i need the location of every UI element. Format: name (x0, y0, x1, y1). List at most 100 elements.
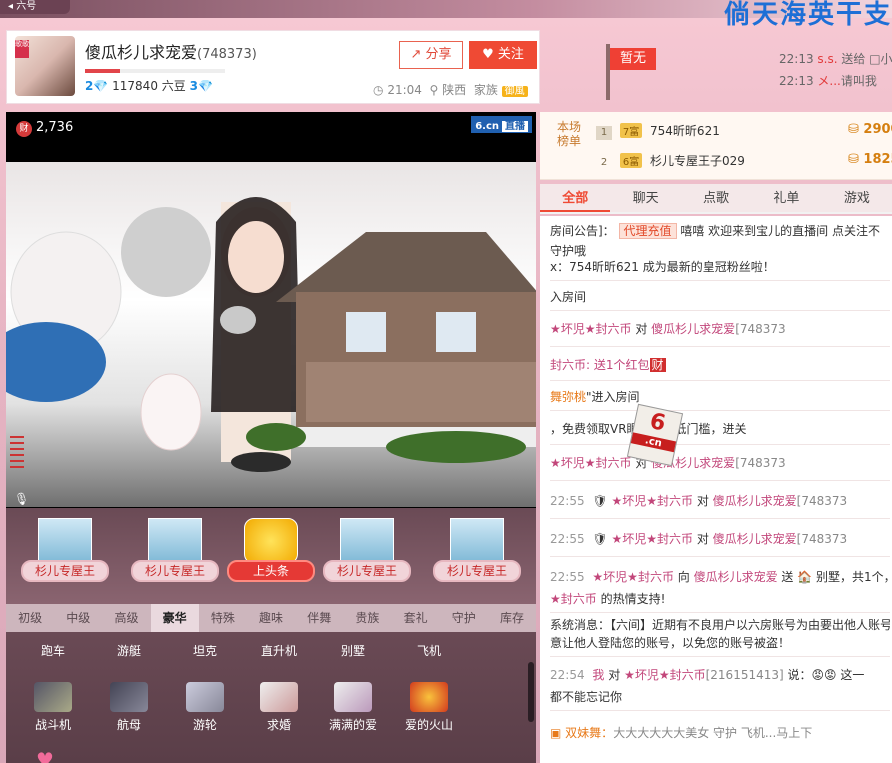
chat-user[interactable]: ★封六币 (550, 592, 597, 606)
volume-bar[interactable] (10, 442, 24, 444)
feed-user[interactable]: s.s. (817, 52, 837, 66)
gift-slot-label: 杉儿专屋王 (21, 560, 109, 582)
coin-counter: 财 2,736 (16, 120, 73, 137)
gift-item[interactable]: 游艇 (94, 642, 164, 659)
gift-slot[interactable]: 杉儿专屋王 (318, 518, 416, 582)
avatar[interactable]: 歌歌 (15, 36, 75, 96)
system-message: 系统消息：【六间】近期有不良用户以六房账号为由要出他人账号 (550, 618, 890, 632)
tab-haohua[interactable]: 豪华 (150, 604, 199, 632)
gift-item[interactable]: 满满的爱 (318, 682, 388, 733)
coin-count: 2,736 (36, 120, 74, 135)
tab-chat[interactable]: 聊天 (610, 184, 680, 212)
tab-guizu[interactable]: 贵族 (343, 604, 391, 632)
headline-button[interactable]: 上头条 (222, 518, 320, 582)
chat-user[interactable]: 傻瓜杉儿求宠爱 (694, 570, 778, 584)
microphone-icon[interactable]: 🎙 (14, 492, 29, 506)
tab-kucun[interactable]: 库存 (488, 604, 536, 632)
tab-songs[interactable]: 点歌 (681, 184, 751, 212)
tab-quwei[interactable]: 趣味 (247, 604, 295, 632)
chat-text: 封六币: 送1个红包 (550, 358, 650, 372)
chat-text: "进入房间 (586, 390, 640, 404)
tab-all[interactable]: 全部 (540, 184, 611, 212)
gift-item[interactable]: 别墅 (318, 642, 388, 659)
rank-user[interactable]: 754昕昕621 (650, 124, 720, 138)
notice-line: 守护哦 (550, 244, 587, 258)
back-button[interactable]: ◂ 六号 (0, 0, 70, 14)
tab-taoli[interactable]: 套礼 (392, 604, 440, 632)
chat-user[interactable]: 傻瓜杉儿求宠爱 (651, 322, 735, 336)
level-right: 3 (189, 79, 198, 93)
notice-badge[interactable]: 代理充值 (618, 223, 677, 239)
volcano-icon (410, 682, 448, 712)
volume-bar[interactable] (10, 454, 24, 456)
gift-slot[interactable]: 杉儿专屋王 (428, 518, 526, 582)
tab-games[interactable]: 游戏 (822, 184, 892, 212)
gift-item[interactable]: 爱的火山 (394, 682, 464, 733)
chat-user[interactable]: 我 (592, 668, 604, 682)
chat-user[interactable]: ★坏児★封六币 (624, 668, 706, 682)
gift-item[interactable]: 战斗机 (18, 682, 88, 733)
volume-bar[interactable] (10, 436, 24, 438)
flag-label: 暂无 (610, 48, 656, 70)
anchor-name-text: 傻瓜杉儿求宠爱 (85, 43, 198, 62)
full-love-icon (334, 682, 372, 712)
chat-user[interactable]: ★坏児★封六币 (611, 494, 693, 508)
chat-user[interactable]: ★坏児★封六币 (611, 532, 693, 546)
chat-text: 对 (631, 322, 652, 336)
tab-teshu[interactable]: 特殊 (199, 604, 247, 632)
gift-scrollbar[interactable] (528, 662, 534, 722)
volume-bar[interactable] (10, 466, 24, 468)
video-player[interactable]: 财 2,736 6.cn 直播 🎙 (6, 112, 536, 508)
headline-label: 上头条 (227, 560, 315, 582)
tab-gaoji[interactable]: 高级 (102, 604, 150, 632)
gift-item[interactable]: 跑车 (18, 642, 88, 659)
anchor-card: 歌歌 傻瓜杉儿求宠爱(748373) 2💎 117840 六豆 3💎 ↗ 分享 … (6, 30, 540, 104)
chat-text: 大大大大大大美女 守护 飞机...马上下 (613, 726, 813, 740)
rank-points: ⛁ 2900 (848, 122, 892, 137)
chat-text: 别墅，共1个， (812, 570, 890, 584)
family-badge[interactable]: 御風 (501, 86, 528, 97)
volume-bar[interactable] (10, 460, 24, 462)
gift-slot[interactable]: 杉儿专屋王 (126, 518, 224, 582)
feed-user[interactable]: メ... (817, 74, 840, 88)
chat-user[interactable]: 傻瓜杉儿求宠爱 (713, 532, 797, 546)
room-id: (748373) (197, 47, 257, 62)
tab-banwu[interactable]: 伴舞 (295, 604, 343, 632)
follow-button[interactable]: ♥ 关注 (469, 41, 537, 69)
share-icon: ↗ (410, 47, 426, 62)
gift-item[interactable]: 航母 (94, 682, 164, 733)
heart-icon[interactable]: ♥ (36, 748, 62, 763)
chat-line: ★坏児★封六币 对 傻瓜杉儿求宠爱[748373 (550, 320, 890, 337)
coin-icon: 财 (16, 121, 32, 137)
chat-user[interactable]: 双妹舞： (565, 726, 613, 740)
gift-item[interactable]: 求婚 (244, 682, 314, 733)
gift-item[interactable]: 游轮 (170, 682, 240, 733)
notice-text: 嘻嘻 欢迎来到宝儿的直播间 点关注不 (680, 224, 880, 238)
notice-label: 房间公告]： (550, 224, 615, 238)
share-button[interactable]: ↗ 分享 (399, 41, 463, 69)
chat-user[interactable]: ★坏児★封六币 (592, 570, 674, 584)
gift-name: 游轮 (192, 718, 217, 732)
water-bottle-icon (450, 518, 504, 564)
tab-chuji[interactable]: 初级 (6, 604, 54, 632)
tab-shouhu[interactable]: 守护 (440, 604, 488, 632)
chat-panel[interactable]: 房间公告]： 代理充值 嘻嘻 欢迎来到宝儿的直播间 点关注不 守护哦 x：754… (540, 216, 892, 763)
rank-row[interactable]: 1 7富 754昕昕621 ⛁ 2900 (596, 122, 892, 140)
tab-gifts[interactable]: 礼单 (751, 184, 821, 212)
gift-item[interactable]: 坦克 (170, 642, 240, 659)
volume-bar[interactable] (10, 448, 24, 450)
gift-item[interactable]: 直升机 (244, 642, 314, 659)
chat-user[interactable]: 傻瓜杉儿求宠爱 (713, 494, 797, 508)
rank-row[interactable]: 2 6富 杉儿专屋王子029 ⛁ 1825 (596, 152, 892, 170)
gift-slot[interactable]: 杉儿专屋王 (16, 518, 114, 582)
chat-user[interactable]: ★坏児★封六币 (550, 322, 632, 336)
chat-user[interactable]: 舞弥桃 (550, 390, 586, 404)
gift-feed-item: 22:13 s.s. 送给 □小 (779, 50, 892, 67)
rank-user[interactable]: 杉儿专屋王子029 (650, 154, 745, 168)
gift-category-tabs: 初级 中级 高级 豪华 特殊 趣味 伴舞 贵族 套礼 守护 库存 (6, 604, 536, 632)
chat-text: 送 (777, 570, 798, 584)
tab-zhongji[interactable]: 中级 (54, 604, 102, 632)
chat-user[interactable]: ★坏児★封六币 (550, 456, 632, 470)
chat-line: 封六币: 送1个红包财 (550, 356, 890, 373)
gift-item[interactable]: 飞机 (394, 642, 464, 659)
